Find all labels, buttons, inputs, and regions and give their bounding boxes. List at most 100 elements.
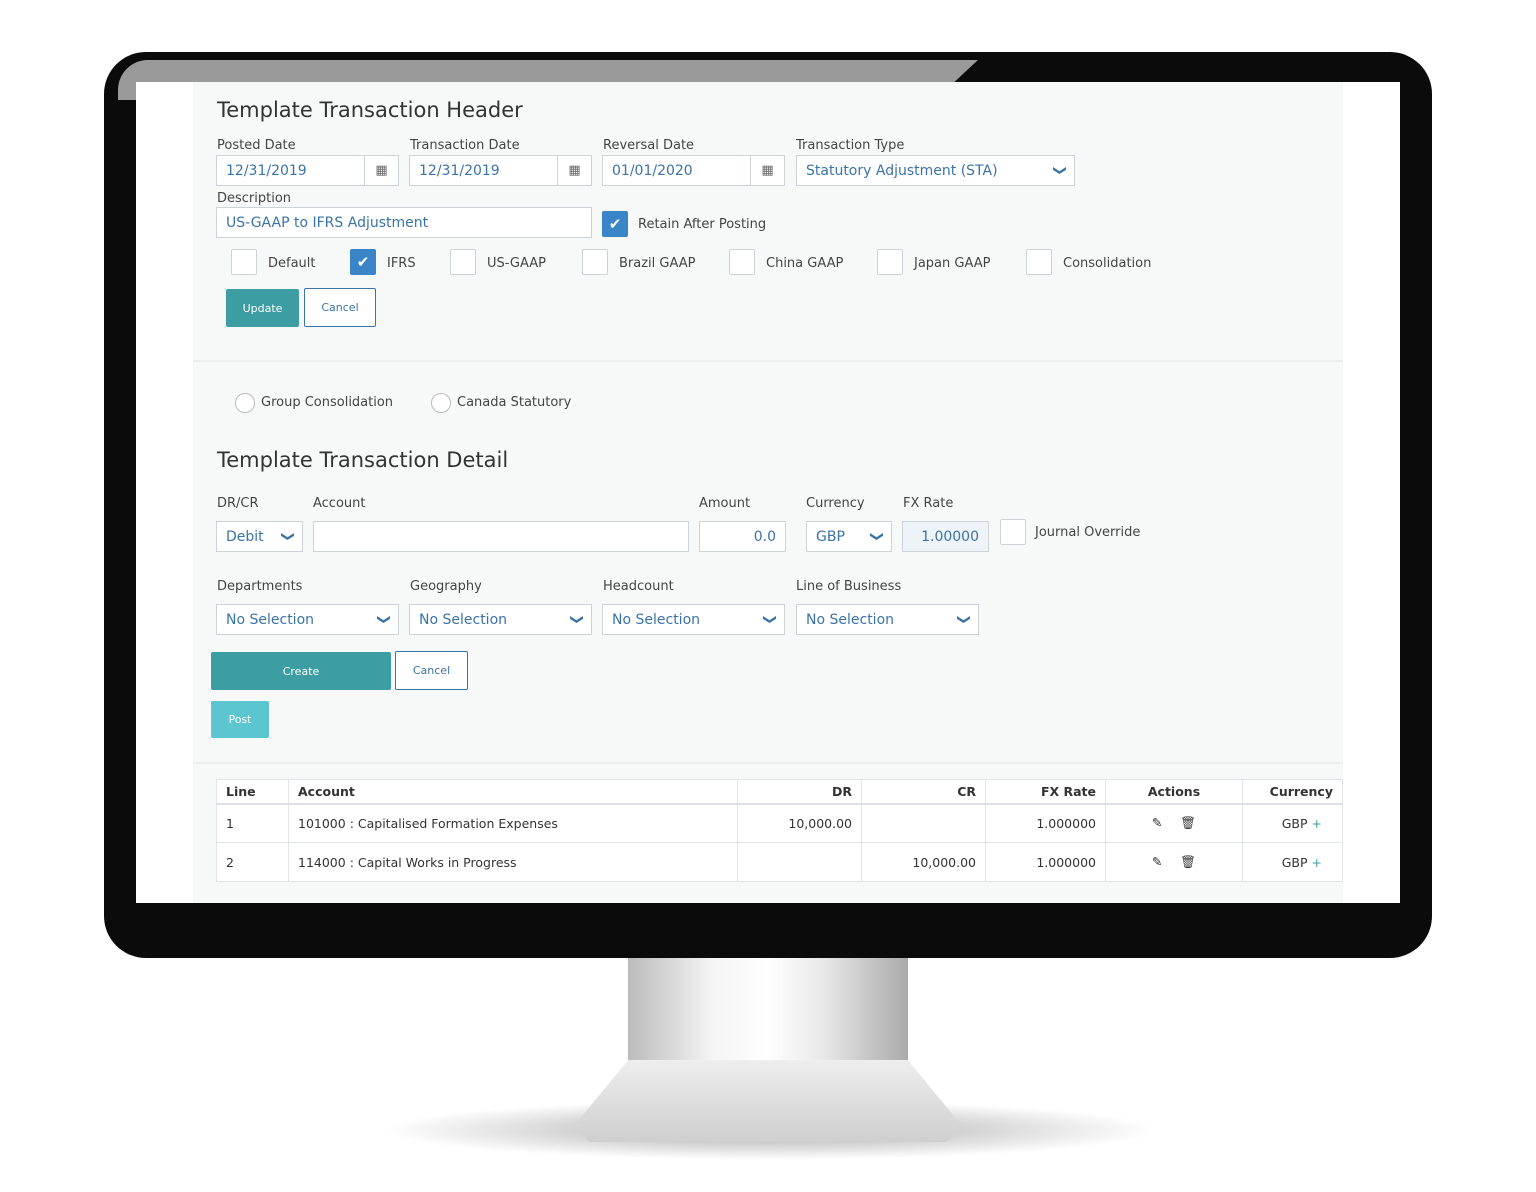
amount-input[interactable]: 0.0 — [699, 521, 786, 552]
edit-icon[interactable]: ✎ — [1152, 854, 1162, 869]
departments-select[interactable]: No Selection ❯ — [216, 604, 399, 635]
drcr-label: DR/CR — [217, 496, 259, 511]
col-account: Account — [288, 779, 738, 805]
divider — [193, 762, 1343, 764]
app-panel: Template Transaction Header Posted Date … — [193, 82, 1343, 903]
headcount-value: No Selection — [612, 611, 701, 628]
ledger-checkbox[interactable] — [231, 249, 257, 275]
ledger-checkbox[interactable]: ✔ — [350, 249, 376, 275]
canada-statutory-label: Canada Statutory — [457, 395, 572, 410]
header-cancel-button[interactable]: Cancel — [304, 288, 376, 327]
geography-label: Geography — [410, 579, 482, 594]
posted-date-input[interactable]: 12/31/2019 ▦ — [216, 155, 399, 186]
plus-icon[interactable]: + — [1312, 855, 1322, 870]
headcount-select[interactable]: No Selection ❯ — [602, 604, 785, 635]
ledger-checkbox[interactable] — [729, 249, 755, 275]
trash-icon[interactable]: 🗑 — [1180, 854, 1196, 869]
ledger-label: Japan GAAP — [914, 256, 991, 271]
account-cell: 101000 : Capitalised Formation Expenses — [288, 803, 738, 843]
monitor-stand-base — [574, 1060, 962, 1142]
header-title: Template Transaction Header — [217, 98, 523, 122]
plus-icon[interactable]: + — [1312, 816, 1322, 831]
line-of-business-label: Line of Business — [796, 579, 902, 594]
description-label: Description — [217, 191, 292, 206]
actions-cell: ✎ 🗑 — [1105, 803, 1243, 843]
monitor-stand-neck — [628, 958, 908, 1068]
description-input[interactable]: US-GAAP to IFRS Adjustment — [216, 207, 592, 238]
trash-icon[interactable]: 🗑 — [1180, 815, 1196, 830]
cr-cell — [861, 803, 986, 843]
account-cell: 114000 : Capital Works in Progress — [288, 842, 738, 882]
currency-value: GBP — [1281, 815, 1308, 831]
transaction-type-select[interactable]: Statutory Adjustment (STA) ❯ — [796, 155, 1075, 186]
line-cell: 1 — [216, 803, 289, 843]
amount-label: Amount — [699, 496, 751, 511]
fx-rate-label: FX Rate — [903, 496, 954, 511]
table-row: 1 101000 : Capitalised Formation Expense… — [216, 803, 1343, 843]
ledger-label: IFRS — [387, 256, 416, 271]
fx-rate-value: 1.00000 — [921, 528, 979, 545]
transaction-type-label: Transaction Type — [796, 138, 905, 153]
reversal-date-input[interactable]: 01/01/2020 ▦ — [602, 155, 785, 186]
dr-cell — [737, 842, 862, 882]
update-button[interactable]: Update — [226, 289, 299, 327]
ledger-label: China GAAP — [766, 256, 844, 271]
calendar-icon[interactable]: ▦ — [364, 156, 398, 185]
ledger-checkbox[interactable] — [1026, 249, 1052, 275]
departments-label: Departments — [217, 579, 303, 594]
ledger-label: US-GAAP — [487, 256, 546, 271]
transaction-date-input[interactable]: 12/31/2019 ▦ — [409, 155, 592, 186]
fx-rate-input[interactable]: 1.00000 — [902, 521, 989, 552]
line-cell: 2 — [216, 842, 289, 882]
ledger-label: Consolidation — [1063, 256, 1152, 271]
create-button[interactable]: Create — [211, 652, 391, 690]
currency-value: GBP — [816, 528, 845, 545]
calendar-icon[interactable]: ▦ — [557, 156, 591, 185]
col-cr: CR — [861, 779, 986, 805]
chevron-down-icon: ❯ — [1052, 165, 1068, 176]
dr-cell: 10,000.00 — [737, 803, 862, 843]
chevron-down-icon: ❯ — [956, 614, 972, 625]
chevron-down-icon: ❯ — [376, 614, 392, 625]
transaction-type-value: Statutory Adjustment (STA) — [806, 162, 998, 179]
detail-title: Template Transaction Detail — [217, 448, 509, 472]
detail-cancel-button[interactable]: Cancel — [395, 651, 468, 690]
table-row: 2 114000 : Capital Works in Progress 10,… — [216, 842, 1343, 882]
col-actions: Actions — [1105, 779, 1243, 805]
ledger-checkbox[interactable] — [582, 249, 608, 275]
currency-cell: GBP + — [1242, 842, 1343, 882]
cr-cell: 10,000.00 — [861, 842, 986, 882]
col-fx-rate: FX Rate — [985, 779, 1106, 805]
account-input[interactable] — [313, 521, 689, 552]
currency-value: GBP — [1281, 854, 1308, 870]
actions-cell: ✎ 🗑 — [1105, 842, 1243, 882]
chevron-down-icon: ❯ — [869, 531, 885, 542]
chevron-down-icon: ❯ — [762, 614, 778, 625]
chevron-down-icon: ❯ — [569, 614, 585, 625]
line-of-business-select[interactable]: No Selection ❯ — [796, 604, 979, 635]
col-dr: DR — [737, 779, 862, 805]
edit-icon[interactable]: ✎ — [1152, 815, 1162, 830]
ledger-checkbox[interactable] — [877, 249, 903, 275]
divider — [193, 360, 1343, 362]
transaction-date-value: 12/31/2019 — [419, 162, 500, 179]
geography-select[interactable]: No Selection ❯ — [409, 604, 592, 635]
drcr-value: Debit — [226, 528, 264, 545]
drcr-select[interactable]: Debit ❯ — [216, 521, 303, 552]
retain-after-posting-checkbox[interactable]: ✔ — [602, 211, 628, 237]
post-button[interactable]: Post — [211, 701, 269, 738]
group-consolidation-radio[interactable] — [235, 393, 255, 413]
posted-date-label: Posted Date — [217, 138, 296, 153]
account-label: Account — [313, 496, 366, 511]
reversal-date-label: Reversal Date — [603, 138, 695, 153]
journal-override-label: Journal Override — [1035, 525, 1141, 540]
currency-select[interactable]: GBP ❯ — [806, 521, 892, 552]
journal-override-checkbox[interactable] — [1000, 519, 1026, 545]
ledger-checkbox[interactable] — [450, 249, 476, 275]
currency-cell: GBP + — [1242, 803, 1343, 843]
transaction-date-label: Transaction Date — [410, 138, 520, 153]
canada-statutory-radio[interactable] — [431, 393, 451, 413]
calendar-icon[interactable]: ▦ — [750, 156, 784, 185]
amount-value: 0.0 — [753, 528, 776, 545]
group-consolidation-label: Group Consolidation — [261, 395, 394, 410]
